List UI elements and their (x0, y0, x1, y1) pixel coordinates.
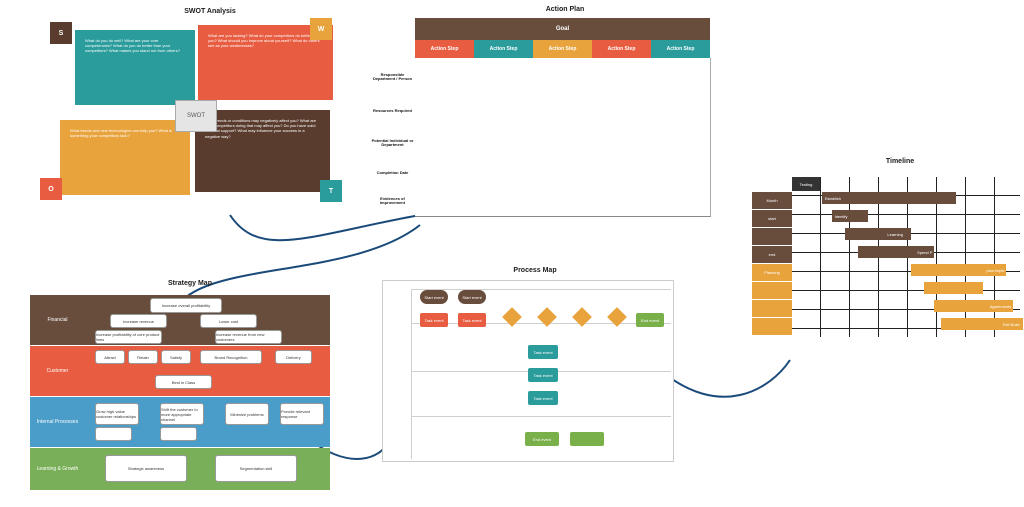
tl-col-head: Testing (792, 177, 820, 191)
tl-bar[interactable] (845, 228, 885, 240)
sm-lab-1: Customer (30, 346, 85, 396)
ap-title: Action Plan (525, 6, 605, 13)
sm-box[interactable]: Provide relevant response (280, 403, 324, 425)
sm-box[interactable]: Segmentation skill (215, 455, 297, 482)
tl-rowlab: end (752, 246, 792, 263)
sm-box[interactable]: Satisfy (161, 350, 191, 364)
tl-rowlab (752, 282, 792, 299)
pm-task[interactable]: Task event (420, 313, 448, 327)
sm-box[interactable]: Best in Class (155, 375, 212, 389)
pm-title: Process Map (495, 267, 575, 274)
pm-task[interactable]: Task event (528, 391, 558, 405)
ap-row-0: Responsible Department / Person (370, 58, 415, 96)
tl-bar[interactable] (941, 318, 1000, 330)
swot-opportunity[interactable]: What trends and new technologies can hel… (60, 120, 190, 195)
swot-s-corner: S (50, 22, 72, 44)
pm-start2[interactable]: Start event (458, 290, 486, 304)
sm-lab-0: Financial (30, 295, 85, 345)
ap-col-0: Action Step (415, 40, 474, 58)
pm-start1[interactable]: Start event (420, 290, 448, 304)
sm-box[interactable]: Lower cost (200, 314, 257, 328)
tl-bar[interactable]: Learning (884, 228, 910, 240)
pm-task[interactable]: Task event (458, 313, 486, 327)
pm-end[interactable]: End event (636, 313, 664, 327)
pm-task[interactable]: Task event (528, 345, 558, 359)
ap-col-4: Action Step (651, 40, 710, 58)
swot-center: SWOT (175, 100, 217, 132)
tl-bar[interactable] (858, 246, 914, 258)
sm-box[interactable]: Increase overall profitability (150, 298, 222, 313)
sm-lab-2: Internal Processes (30, 397, 85, 447)
tl-rowlab (752, 228, 792, 245)
tl-bar[interactable] (911, 264, 984, 276)
sm-box[interactable]: Grow high value customer relationships (95, 403, 139, 425)
sm-title: Strategy Map (150, 280, 230, 287)
canvas: SWOT Analysis What do you do well? What … (0, 0, 1024, 507)
sm-box[interactable] (95, 427, 132, 441)
tl-rowlab: Month (752, 192, 792, 209)
tl-rowlab (752, 318, 792, 335)
tl-bar[interactable] (944, 192, 956, 204)
tl-bar[interactable]: Exit Build (1000, 318, 1023, 330)
sm-box[interactable]: Increase revenue (110, 314, 167, 328)
tl-bar[interactable] (924, 282, 983, 294)
sm-box[interactable]: Attract (95, 350, 125, 364)
ap-col-1: Action Step (474, 40, 533, 58)
swot-title: SWOT Analysis (150, 8, 270, 15)
ap-row-4: Evidences of Improvement (370, 186, 415, 216)
sm-box[interactable]: Retain (128, 350, 158, 364)
pm-end[interactable] (570, 432, 604, 446)
tl-title: Timeline (870, 158, 930, 165)
sm-box[interactable]: Brand Recognition (200, 350, 262, 364)
ap-goal: Goal (415, 18, 710, 40)
ap-row-1: Resources Required (370, 96, 415, 126)
swot-strength[interactable]: What do you do well? What are your core … (75, 30, 195, 105)
sm-box[interactable]: Increase revenue from new customers (215, 330, 282, 344)
tl-bar[interactable] (934, 300, 987, 312)
sm-box[interactable]: Increase profitability of core product l… (95, 330, 162, 344)
sm-box[interactable]: Delivery (275, 350, 312, 364)
sm-box[interactable]: Minimize problems (225, 403, 269, 425)
swot-w-corner: W (310, 18, 332, 40)
pm-task[interactable]: Task event (528, 368, 558, 382)
sm-box[interactable]: Strategic awareness (105, 455, 187, 482)
swot-o-corner: O (40, 178, 62, 200)
sm-lab-3: Learning & Growth (30, 448, 85, 490)
ap-col-2: Action Step (533, 40, 592, 58)
swot-t-corner: T (320, 180, 342, 202)
tl-bar[interactable]: Identify (832, 210, 868, 222)
pm-end[interactable]: End event (525, 432, 559, 446)
tl-rowlab (752, 300, 792, 317)
tl-bar[interactable]: Agreements (987, 300, 1013, 312)
tl-bar[interactable]: Spend P (914, 246, 934, 258)
ap-row-3: Completion Date (370, 160, 415, 186)
sm-box[interactable] (160, 427, 197, 441)
sm-box[interactable]: Shift the customer to more appropriate c… (160, 403, 204, 425)
tl-bar[interactable]: plan imple (983, 264, 1006, 276)
tl-rowlab: Planning (752, 264, 792, 281)
tl-rowlab: start (752, 210, 792, 227)
ap-row-2: Potential Individual or Department (370, 126, 415, 160)
ap-col-3: Action Step (592, 40, 651, 58)
